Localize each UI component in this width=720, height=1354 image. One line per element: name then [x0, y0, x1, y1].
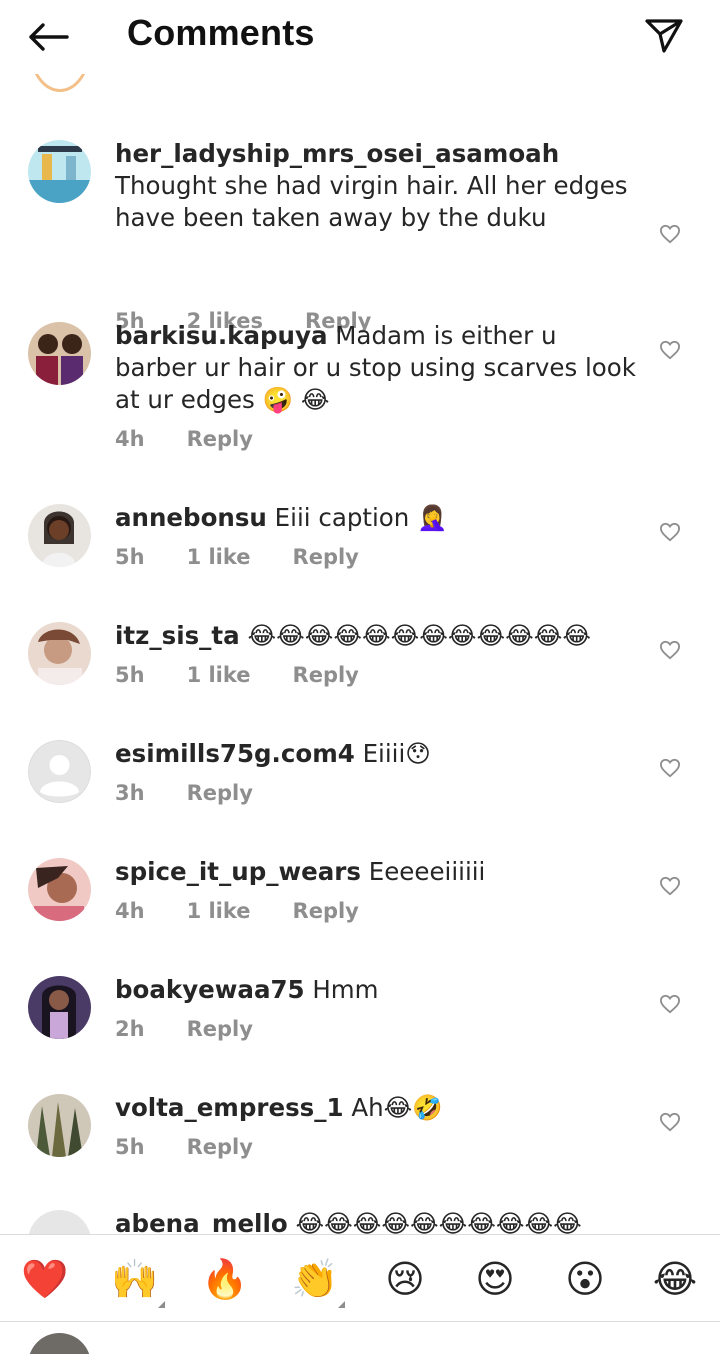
comment-text: annebonsu Eiii caption 🤦‍♀️: [115, 502, 645, 534]
back-button[interactable]: [22, 14, 74, 60]
comment-text: boakyewaa75 Hmm: [115, 974, 645, 1006]
comment-body: Ah😂🤣: [351, 1093, 443, 1122]
avatar: [28, 1333, 91, 1354]
page-title: Comments: [127, 12, 315, 53]
comment-time: 2h: [115, 1017, 145, 1041]
comment-username[interactable]: abena_mello: [115, 1209, 288, 1234]
heart-outline-icon: [659, 994, 681, 1014]
comment-text: spice_it_up_wears Eeeeeiiiiii: [115, 856, 645, 888]
reply-button[interactable]: Reply: [187, 1017, 253, 1041]
comment-list[interactable]: her_ladyship_mrs_osei_asamoah Thought sh…: [0, 74, 720, 1234]
skin-tone-indicator-icon: [158, 1301, 165, 1308]
skin-tone-indicator-icon: [338, 1301, 345, 1308]
comment-meta: 5h Reply: [115, 1135, 295, 1159]
comment-username[interactable]: annebonsu: [115, 503, 267, 532]
partial-avatar-top: [30, 74, 90, 92]
reply-button[interactable]: Reply: [187, 781, 253, 805]
comment-username[interactable]: boakyewaa75: [115, 975, 305, 1004]
surprised-emoji-button[interactable]: 😮: [559, 1253, 611, 1305]
comment-time: 4h: [115, 899, 145, 923]
comment-meta: 5h 1 like Reply: [115, 663, 401, 687]
like-button[interactable]: [656, 220, 684, 248]
reply-button[interactable]: Reply: [187, 427, 253, 451]
comment-username[interactable]: volta_empress_1: [115, 1093, 344, 1122]
clapping-emoji-button[interactable]: 👏: [289, 1253, 341, 1305]
header-bar: Comments: [0, 0, 720, 74]
avatar[interactable]: [28, 1094, 91, 1157]
comment-text: itz_sis_ta 😂😂😂😂😂😂😂😂😂😂😂😂: [115, 620, 645, 652]
comment-body: Thought she had virgin hair. All her edg…: [115, 171, 628, 232]
comment-text: abena_mello 😂😂😂😂😂😂😂😂😂😂: [115, 1208, 645, 1234]
comment-composer[interactable]: [0, 1323, 720, 1354]
avatar[interactable]: [28, 858, 91, 921]
comment-time: 3h: [115, 781, 145, 805]
like-button[interactable]: [656, 872, 684, 900]
like-button[interactable]: [656, 518, 684, 546]
comment-meta: 4h 1 like Reply: [115, 899, 401, 923]
heart-outline-icon: [659, 340, 681, 360]
reply-button[interactable]: Reply: [187, 1135, 253, 1159]
arrow-left-icon: [29, 23, 69, 51]
crying-emoji-button[interactable]: 😢: [379, 1253, 431, 1305]
comment-likes[interactable]: 1 like: [187, 545, 251, 569]
comment-username[interactable]: spice_it_up_wears: [115, 857, 361, 886]
comment-body: Eiiii😯: [362, 739, 431, 768]
heart-outline-icon: [659, 640, 681, 660]
heart-outline-icon: [659, 1112, 681, 1132]
comment-meta: 2h Reply: [115, 1017, 295, 1041]
comment-likes[interactable]: 1 like: [187, 663, 251, 687]
comment-likes[interactable]: 1 like: [187, 899, 251, 923]
like-button[interactable]: [656, 754, 684, 782]
comment-text: volta_empress_1 Ah😂🤣: [115, 1092, 645, 1124]
heart-outline-icon: [659, 224, 681, 244]
avatar[interactable]: [28, 322, 91, 385]
comment-body: Eeeeeiiiiii: [368, 857, 486, 886]
avatar[interactable]: [28, 504, 91, 567]
avatar[interactable]: [28, 1210, 91, 1234]
heart-eyes-emoji-button[interactable]: 😍: [469, 1253, 521, 1305]
comment-text: esimills75g.com4 Eiiii😯: [115, 738, 645, 770]
raised-hands-emoji-button[interactable]: 🙌: [109, 1253, 161, 1305]
comment-username[interactable]: barkisu.kapuya: [115, 321, 328, 350]
comment-body: Hmm: [312, 975, 379, 1004]
reply-button[interactable]: Reply: [293, 545, 359, 569]
heart-outline-icon: [659, 522, 681, 542]
comment-text: barkisu.kapuya Madam is either u barber …: [115, 320, 645, 416]
heart-outline-icon: [659, 876, 681, 896]
avatar[interactable]: [28, 976, 91, 1039]
avatar[interactable]: [28, 140, 91, 203]
reply-button[interactable]: Reply: [293, 663, 359, 687]
comment-meta: 3h Reply: [115, 781, 295, 805]
comment-time: 4h: [115, 427, 145, 451]
reply-button[interactable]: Reply: [293, 899, 359, 923]
comment-body: 😂😂😂😂😂😂😂😂😂😂😂😂: [247, 621, 592, 650]
avatar[interactable]: [28, 622, 91, 685]
comment-time: 5h: [115, 545, 145, 569]
paper-plane-icon: [645, 19, 683, 53]
comment-username[interactable]: her_ladyship_mrs_osei_asamoah: [115, 139, 559, 168]
comment-username[interactable]: itz_sis_ta: [115, 621, 240, 650]
comment-username[interactable]: esimills75g.com4: [115, 739, 355, 768]
fire-emoji-button[interactable]: 🔥: [199, 1253, 251, 1305]
comment-body: Eiii caption 🤦‍♀️: [274, 503, 448, 532]
comment-time: 5h: [115, 663, 145, 687]
emoji-quick-bar: ❤️ 🙌 🔥 👏 😢 😍 😮 😂: [0, 1234, 720, 1322]
like-button[interactable]: [656, 990, 684, 1018]
avatar[interactable]: [28, 740, 91, 803]
laughing-emoji-button[interactable]: 😂: [649, 1253, 701, 1305]
comment-text: her_ladyship_mrs_osei_asamoah Thought sh…: [115, 138, 645, 234]
comment-body: 😂😂😂😂😂😂😂😂😂😂: [295, 1209, 582, 1234]
heart-emoji-button[interactable]: ❤️: [19, 1253, 71, 1305]
comment-meta: 4h Reply: [115, 427, 295, 451]
comment-time: 5h: [115, 1135, 145, 1159]
like-button[interactable]: [656, 1108, 684, 1136]
heart-outline-icon: [659, 758, 681, 778]
like-button[interactable]: [656, 636, 684, 664]
like-button[interactable]: [656, 336, 684, 364]
comment-meta: 5h 1 like Reply: [115, 545, 401, 569]
share-button[interactable]: [640, 12, 688, 58]
